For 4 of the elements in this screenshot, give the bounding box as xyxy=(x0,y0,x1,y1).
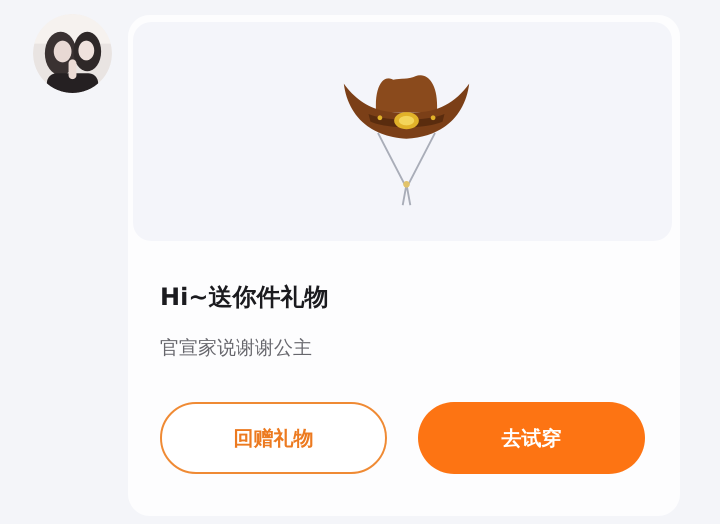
return-gift-button[interactable]: 回赠礼物 xyxy=(160,402,388,474)
gift-title: Hi~送你件礼物 xyxy=(160,282,330,313)
try-on-button[interactable]: 去试穿 xyxy=(418,402,645,474)
gift-message: 官宣家说谢谢公主 xyxy=(160,336,313,361)
